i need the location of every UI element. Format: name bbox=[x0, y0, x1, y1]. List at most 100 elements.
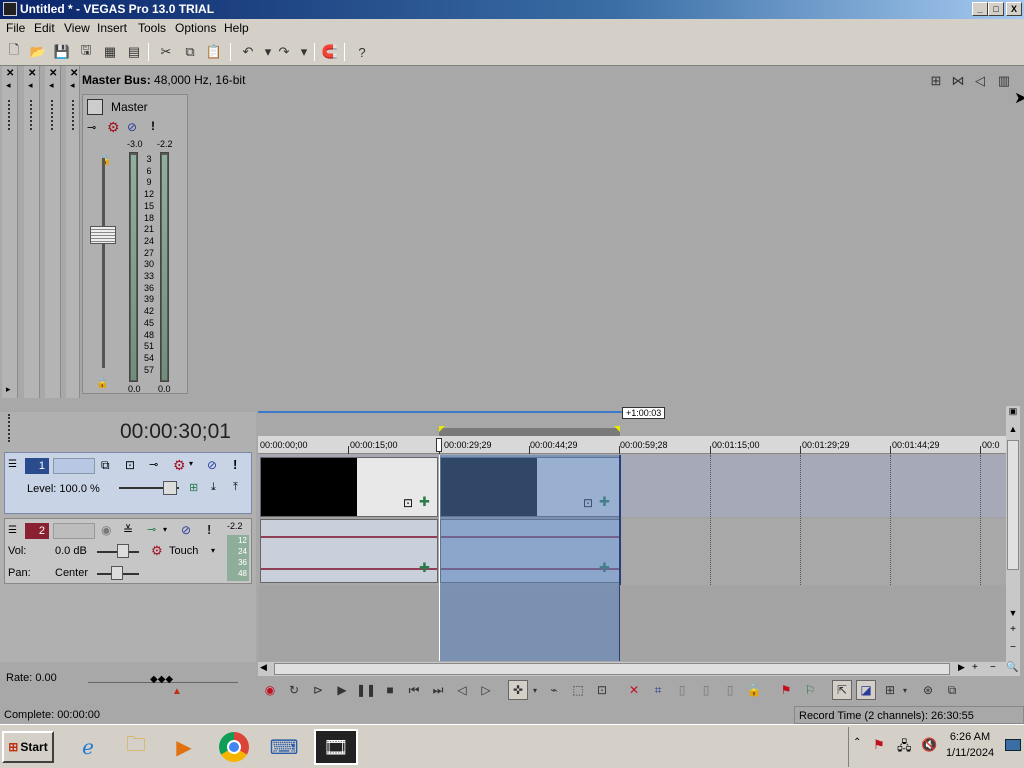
track-name-field[interactable] bbox=[53, 458, 95, 474]
trim-end-icon[interactable]: ▯ bbox=[696, 680, 716, 700]
redo-icon[interactable]: ↷ bbox=[274, 42, 294, 62]
previous-frame-icon[interactable]: ◁ bbox=[452, 680, 472, 700]
lock-event-icon[interactable]: 🔒 bbox=[744, 680, 764, 700]
automation-dropdown-icon[interactable]: ▾ bbox=[211, 546, 215, 555]
zoom-edit-tool-icon[interactable]: ⊡ bbox=[592, 680, 612, 700]
horizontal-scrollbar[interactable]: ◀ ▶ + − 🔍 bbox=[258, 662, 1020, 676]
loop-region[interactable] bbox=[439, 426, 620, 436]
menu-view[interactable]: View bbox=[64, 21, 90, 35]
mixer-layout-icon[interactable]: ▥ bbox=[994, 71, 1014, 91]
mixer-properties-icon[interactable]: ⊞ bbox=[926, 71, 946, 91]
rate-slider-knob[interactable]: ◆◆◆ bbox=[150, 674, 173, 685]
track-number[interactable]: 2 bbox=[25, 523, 49, 539]
insert-marker-icon[interactable]: ⚑ bbox=[776, 680, 796, 700]
menu-options[interactable]: Options bbox=[175, 21, 216, 35]
expand-keyframes-icon[interactable]: ⊞ bbox=[189, 481, 198, 494]
pan-slider-knob[interactable] bbox=[111, 566, 123, 580]
master-fader-knob[interactable] bbox=[90, 226, 116, 244]
chrome-icon[interactable] bbox=[216, 729, 252, 765]
record-icon[interactable]: ◉ bbox=[260, 680, 280, 700]
restore-button[interactable]: □ bbox=[988, 2, 1004, 16]
scroll-right-icon[interactable]: ▶ bbox=[958, 662, 965, 673]
master-bus-icon[interactable] bbox=[87, 99, 103, 115]
ignore-grouping-icon[interactable]: ⧉ bbox=[942, 680, 962, 700]
track-number[interactable]: 1 bbox=[25, 458, 49, 474]
video-track-header[interactable]: ☰ 1 ⧉ ⊡ ⊸ ⚙ ▾ ⊘ ! Level: 100.0 % ⊞ ⤓ ⤒ bbox=[4, 452, 252, 514]
parent-track-icon[interactable]: ⤒ bbox=[233, 481, 238, 494]
level-slider-knob[interactable] bbox=[163, 481, 177, 495]
audio-track-header[interactable]: ☰ 2 ◉ ≚ ⊸ ▾ ⊘ ! -2.2 12 24 36 48 Vol: 0.0 d… bbox=[4, 518, 252, 584]
arm-record-icon[interactable]: ◉ bbox=[101, 523, 111, 537]
play-from-start-icon[interactable]: ⊳ bbox=[308, 680, 328, 700]
minimize-button[interactable]: _ bbox=[972, 2, 988, 16]
cut-icon[interactable]: ✂ bbox=[156, 42, 176, 62]
composite-mode-icon[interactable]: ⧉ bbox=[101, 458, 110, 473]
hscroll-thumb[interactable] bbox=[274, 663, 950, 675]
redo-dropdown-icon[interactable]: ▾ bbox=[294, 42, 314, 62]
audio-event[interactable]: ✚ bbox=[260, 519, 438, 583]
docked-panel-strip[interactable]: ✕ ◂ ▸ bbox=[2, 66, 18, 398]
track-fx-icon[interactable]: ⊸ bbox=[147, 523, 156, 536]
volume-icon[interactable]: 🔇 bbox=[921, 737, 937, 753]
undo-icon[interactable]: ↶ bbox=[238, 42, 258, 62]
scroll-down-icon[interactable]: ▼ bbox=[1007, 608, 1019, 622]
pause-icon[interactable]: ❚❚ bbox=[356, 680, 376, 700]
new-icon[interactable]: 🗋 bbox=[4, 42, 24, 62]
automation-mode[interactable]: Touch bbox=[169, 545, 198, 557]
menu-file[interactable]: File bbox=[6, 21, 25, 35]
vertical-scrollbar[interactable]: ▣ ▲ ▼ + − bbox=[1006, 406, 1020, 662]
open-icon[interactable]: 📂 bbox=[28, 42, 48, 62]
scroll-up-icon[interactable]: ▲ bbox=[1007, 424, 1019, 438]
time-selection[interactable] bbox=[439, 455, 620, 661]
track-name-field[interactable] bbox=[53, 523, 95, 539]
loop-end-marker[interactable] bbox=[614, 426, 620, 432]
h-zoom-out-icon[interactable]: − bbox=[990, 662, 996, 673]
cursor-timecode[interactable]: 00:00:30;01 bbox=[120, 420, 231, 444]
insert-region-icon[interactable]: ⚐ bbox=[800, 680, 820, 700]
normal-edit-tool-icon[interactable]: ✜ bbox=[508, 680, 528, 700]
timeline-tracks[interactable]: ⊡ ✚ ⊡ ✚ ✚ ✚ bbox=[258, 455, 1006, 661]
remote-desktop-icon[interactable]: ⌨ bbox=[266, 729, 302, 765]
split-icon[interactable]: ▯ bbox=[720, 680, 740, 700]
fx-dropdown-icon[interactable]: ▾ bbox=[163, 525, 167, 534]
menu-tools[interactable]: Tools bbox=[138, 21, 166, 35]
zoom-in-icon[interactable]: + bbox=[1007, 624, 1019, 638]
track-solo-icon[interactable]: ! bbox=[233, 457, 237, 472]
play-icon[interactable]: ▶ bbox=[332, 680, 352, 700]
track-list-icon[interactable]: ▣ bbox=[1007, 406, 1019, 420]
vol-slider-knob[interactable] bbox=[117, 544, 129, 558]
track-mute-icon[interactable]: ⊘ bbox=[181, 523, 191, 537]
delete-icon[interactable]: ✕ bbox=[624, 680, 644, 700]
file-explorer-icon[interactable]: 🗀 bbox=[118, 729, 154, 765]
mute-icon[interactable]: ⊘ bbox=[127, 120, 137, 134]
trim-start-icon[interactable]: ▯ bbox=[672, 680, 692, 700]
vegas-pro-taskbar-icon[interactable]: 🎞 bbox=[314, 729, 358, 765]
menu-help[interactable]: Help bbox=[224, 21, 249, 35]
event-pan-crop-icon[interactable]: ⊡ bbox=[403, 496, 413, 510]
properties-icon[interactable]: ▤ bbox=[124, 42, 144, 62]
track-minimize-icon[interactable]: ☰ bbox=[8, 525, 17, 536]
envelope-tool-icon[interactable]: ⌁ bbox=[544, 680, 564, 700]
fx-chain-icon[interactable]: ⚙ bbox=[107, 119, 120, 136]
snapping-dropdown-icon[interactable]: ▾ bbox=[900, 680, 910, 700]
zoom-tool-icon[interactable]: 🔍 bbox=[1006, 662, 1018, 673]
next-frame-icon[interactable]: ▷ bbox=[476, 680, 496, 700]
tray-date[interactable]: 1/11/2024 bbox=[943, 747, 997, 759]
loop-start-marker[interactable] bbox=[439, 426, 445, 432]
snapping-icon[interactable]: ⊞ bbox=[880, 680, 900, 700]
whats-this-icon[interactable]: ? bbox=[352, 42, 372, 62]
downmix-icon[interactable]: ⋈ bbox=[948, 71, 968, 91]
motion-icon[interactable]: ⊡ bbox=[125, 458, 135, 472]
start-button[interactable]: ⊞ Start bbox=[2, 731, 54, 763]
track-solo-icon[interactable]: ! bbox=[207, 522, 211, 537]
track-motion-icon[interactable]: ⤓ bbox=[211, 481, 216, 494]
selection-tool-icon[interactable]: ⬚ bbox=[568, 680, 588, 700]
playhead-handle[interactable] bbox=[436, 438, 442, 452]
close-button[interactable]: X bbox=[1006, 2, 1022, 16]
track-minimize-icon[interactable]: ☰ bbox=[8, 459, 17, 470]
video-event[interactable]: ⊡ ✚ bbox=[260, 457, 438, 517]
solo-icon[interactable]: ! bbox=[151, 119, 155, 133]
invert-phase-icon[interactable]: ≚ bbox=[123, 523, 133, 537]
show-hidden-icons-icon[interactable]: ⌃ bbox=[853, 737, 861, 748]
event-fx-icon[interactable]: ✚ bbox=[419, 494, 430, 510]
